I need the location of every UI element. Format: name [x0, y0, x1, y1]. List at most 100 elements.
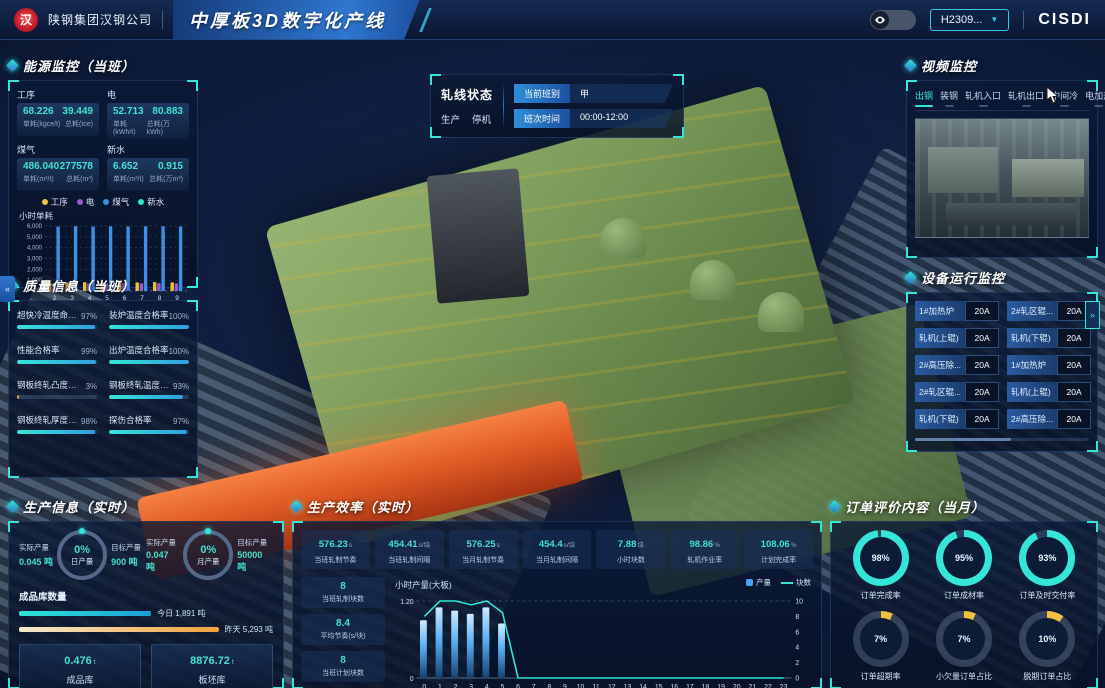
quality-metric-value: 98% [81, 417, 97, 426]
frame-corner [906, 247, 917, 258]
device-list: 1#加热炉20A2#轧区辊...20A轧机(上辊)20A轧机(下辊)20A2#高… [915, 301, 1089, 429]
efficiency-card-label: 当班轧制间隔 [377, 555, 442, 565]
device-current-value: 20A [965, 382, 999, 402]
order-gauge-value: 95% [943, 537, 985, 579]
device-name: 2#轧区辊... [1007, 301, 1057, 321]
quality-progress-fill [17, 430, 95, 434]
quality-metric: 钢板终轧温度命中率93% [109, 379, 189, 399]
video-tab-轧机出口[interactable]: 轧机出口 [1008, 89, 1044, 107]
energy-unit: 总耗(m³) [66, 174, 93, 184]
video-tabs: 出钢装钢轧机入口轧机出口中间冷电加热 [915, 89, 1089, 111]
frame-corner [430, 74, 441, 85]
energy-unit: 总耗(万m³) [149, 174, 183, 184]
side-card-value: 8.4 [303, 618, 383, 629]
efficiency-card-label: 小时块数 [598, 555, 663, 565]
energy-unit: 单耗(m³/t) [23, 174, 59, 184]
svg-text:7: 7 [532, 684, 536, 688]
inventory-today-row: 今日 1,891 吨 [19, 608, 273, 619]
svg-text:3,000: 3,000 [27, 257, 43, 263]
order-gauge-ring: 7% [936, 611, 992, 667]
video-tab-装钢[interactable]: 装钢 [940, 89, 958, 107]
efficiency-card: 454.41s/块当班轧制间隔 [375, 530, 444, 569]
panel-collapse-arrow[interactable]: » [1085, 301, 1100, 329]
tab-indicator [1022, 105, 1031, 107]
legend-dot [103, 199, 109, 205]
device-current-value: 20A [965, 328, 999, 348]
quality-progress-bar [109, 430, 189, 434]
status-badge: 当前班别甲 [514, 84, 673, 103]
company-logo-icon: 汉 [14, 8, 38, 32]
inventory-cards: 0.476t成品库8876.72t板坯库 [19, 644, 273, 688]
video-tab-电加热[interactable]: 电加热 [1085, 89, 1105, 107]
device-row: 1#加热炉20A [1007, 355, 1091, 375]
svg-text:9: 9 [563, 684, 567, 688]
monthly-output-group: 实际产量 0.047 吨 0% 月产量 目标产量 50000 吨 [146, 530, 273, 580]
efficiency-card-value: 98.86% [672, 534, 737, 552]
frame-corner [187, 467, 198, 478]
svg-text:5,000: 5,000 [27, 235, 43, 241]
quality-metric: 钢板终轧厚度命中率98% [17, 414, 97, 434]
svg-text:3: 3 [469, 684, 473, 688]
svg-text:6: 6 [516, 684, 520, 688]
legend-label: 工序 [51, 196, 68, 208]
inventory-card-value: 0.476t [24, 651, 136, 669]
side-card-label: 当班计划块数 [303, 668, 383, 678]
tab-indicator [945, 105, 954, 107]
device-current-value: 20A [965, 301, 999, 321]
video-tab-轧机入口[interactable]: 轧机入口 [965, 89, 1001, 107]
quality-metric-label: 装炉温度合格率 [109, 309, 169, 321]
device-current-value: 20A [965, 355, 999, 375]
device-name: 轧机(上辊) [1007, 382, 1057, 402]
svg-text:15: 15 [655, 684, 663, 688]
energy-value: 0.915 [158, 161, 183, 172]
svg-text:5: 5 [501, 684, 505, 688]
video-tab-出钢[interactable]: 出钢 [915, 89, 933, 107]
energy-unit: 总耗(tce) [65, 119, 93, 129]
energy-value: 277578 [60, 161, 93, 172]
order-gauge-ring: 10% [1019, 611, 1075, 667]
video-feed[interactable] [915, 118, 1089, 238]
device-scrollbar[interactable] [915, 438, 1089, 441]
quality-metric-value: 93% [173, 382, 189, 391]
cisdi-logo: CISDI [1038, 11, 1091, 29]
svg-text:22: 22 [764, 684, 772, 688]
quality-metric-value: 100% [169, 347, 189, 356]
panel-line-status: 轧线状态 生产停机 当前班别甲班次时间00:00-12:00 [430, 74, 684, 138]
svg-text:2,000: 2,000 [27, 267, 43, 273]
order-gauge: 7%订单超期率 [843, 611, 918, 682]
quality-metric-value: 99% [81, 347, 97, 356]
panel-quality: 质量信息（当班） 超快冷温度命中率97%装炉温度合格率100%性能合格率99%出… [8, 276, 198, 478]
frame-corner [1087, 678, 1098, 688]
device-current-value: 20A [1057, 328, 1091, 348]
side-card-label: 平均节奏(s/块) [303, 631, 383, 641]
energy-group-card: 52.713单耗(kWh/t)80.883总耗(万kWh) [107, 103, 189, 139]
energy-value: 68.226 [23, 106, 60, 117]
left-collapse-tab[interactable]: « [0, 276, 15, 302]
quality-progress-bar [17, 360, 97, 364]
device-name: 2#高压除... [1007, 409, 1057, 429]
order-gauges: 98%订单完成率95%订单成材率93%订单及时交付率7%订单超期率7%小欠量订单… [843, 530, 1085, 682]
order-gauge: 93%订单及时交付率 [1010, 530, 1085, 601]
diamond-icon [904, 271, 917, 284]
energy-group: 煤气486.040单耗(m³/t)277578总耗(m³) [17, 142, 99, 191]
status-badge-value: 甲 [570, 84, 673, 103]
svg-text:11: 11 [593, 684, 600, 688]
quality-progress-fill [109, 395, 183, 399]
efficiency-card-label: 计划完成率 [746, 555, 811, 565]
efficiency-card-value: 454.4s/块 [525, 534, 590, 552]
order-gauge-label: 订单完成率 [861, 590, 901, 601]
vertical-divider [503, 83, 504, 129]
tab-indicator [1094, 105, 1103, 107]
quality-progress-bar [109, 360, 189, 364]
device-row: 轧机(上辊)20A [915, 328, 999, 348]
side-card-value: 8 [303, 581, 383, 592]
frame-corner [273, 678, 284, 688]
legend-label: 电 [86, 196, 95, 208]
efficiency-card-label: 当月轧制间隔 [525, 555, 590, 565]
order-gauge-value: 10% [1026, 618, 1068, 660]
heat-number-dropdown[interactable]: H2309... ▼ [930, 9, 1010, 31]
visibility-toggle[interactable] [870, 10, 916, 30]
panel-production-efficiency-title: 生产效率（实时） [292, 497, 822, 516]
device-name: 轧机(下辊) [915, 409, 965, 429]
frame-corner [906, 441, 917, 452]
